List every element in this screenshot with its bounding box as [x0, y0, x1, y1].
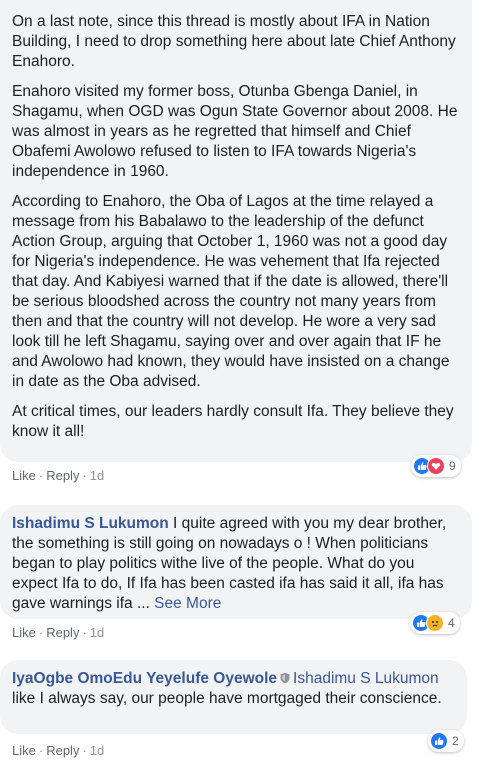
comment-author[interactable]: IyaOgbe OmoEdu Yeyelufe Oyewole: [12, 670, 277, 687]
separator: ·: [82, 625, 87, 640]
comment-text: like I always say, our people have mortg…: [12, 690, 442, 707]
comment-actions: Like · Reply · 1d: [12, 468, 104, 483]
reaction-summary[interactable]: 4: [410, 612, 460, 634]
reply-link[interactable]: Reply: [46, 625, 79, 640]
sad-icon: [426, 614, 444, 632]
tagged-user-link[interactable]: Ishadimu S Lukumon: [293, 670, 439, 687]
comment-bubble: On a last note, since this thread is mos…: [0, 0, 472, 462]
reaction-count: 4: [448, 616, 455, 630]
separator: ·: [38, 468, 44, 483]
reaction-count: 2: [452, 734, 459, 748]
reaction-summary[interactable]: 9: [411, 455, 461, 477]
ellipsis: ...: [136, 595, 150, 612]
comment-actions: Like · Reply · 1d: [12, 743, 104, 758]
reply-link[interactable]: Reply: [46, 743, 79, 758]
timestamp[interactable]: 1d: [90, 625, 104, 640]
separator: ·: [82, 468, 87, 483]
comment-bubble: IyaOgbe OmoEdu Yeyelufe Oyewole Ishadimu …: [0, 660, 467, 734]
comment-bubble: Ishadimu S Lukumon I quite agreed with y…: [0, 505, 472, 619]
reaction-summary[interactable]: 2: [428, 730, 464, 752]
love-icon: [427, 457, 445, 475]
comment-paragraph: At critical times, our leaders hardly co…: [12, 403, 454, 440]
like-link[interactable]: Like: [12, 468, 36, 483]
comment-paragraph: Enahoro visited my former boss, Otunba G…: [12, 83, 458, 180]
see-more-link[interactable]: See More: [154, 595, 221, 612]
timestamp[interactable]: 1d: [90, 743, 104, 758]
comment-author[interactable]: Ishadimu S Lukumon: [12, 515, 169, 532]
like-link[interactable]: Like: [12, 743, 36, 758]
separator: ·: [38, 625, 44, 640]
separator: ·: [82, 743, 87, 758]
timestamp[interactable]: 1d: [90, 468, 104, 483]
like-icon: [430, 732, 448, 750]
reaction-count: 9: [449, 459, 456, 473]
separator: ·: [38, 743, 44, 758]
comment-paragraph: On a last note, since this thread is mos…: [12, 13, 456, 70]
shield-icon: [279, 670, 291, 684]
comment-actions: Like · Reply · 1d: [12, 625, 104, 640]
reply-link[interactable]: Reply: [46, 468, 79, 483]
comment-paragraph: According to Enahoro, the Oba of Lagos a…: [12, 193, 450, 390]
like-link[interactable]: Like: [12, 625, 36, 640]
